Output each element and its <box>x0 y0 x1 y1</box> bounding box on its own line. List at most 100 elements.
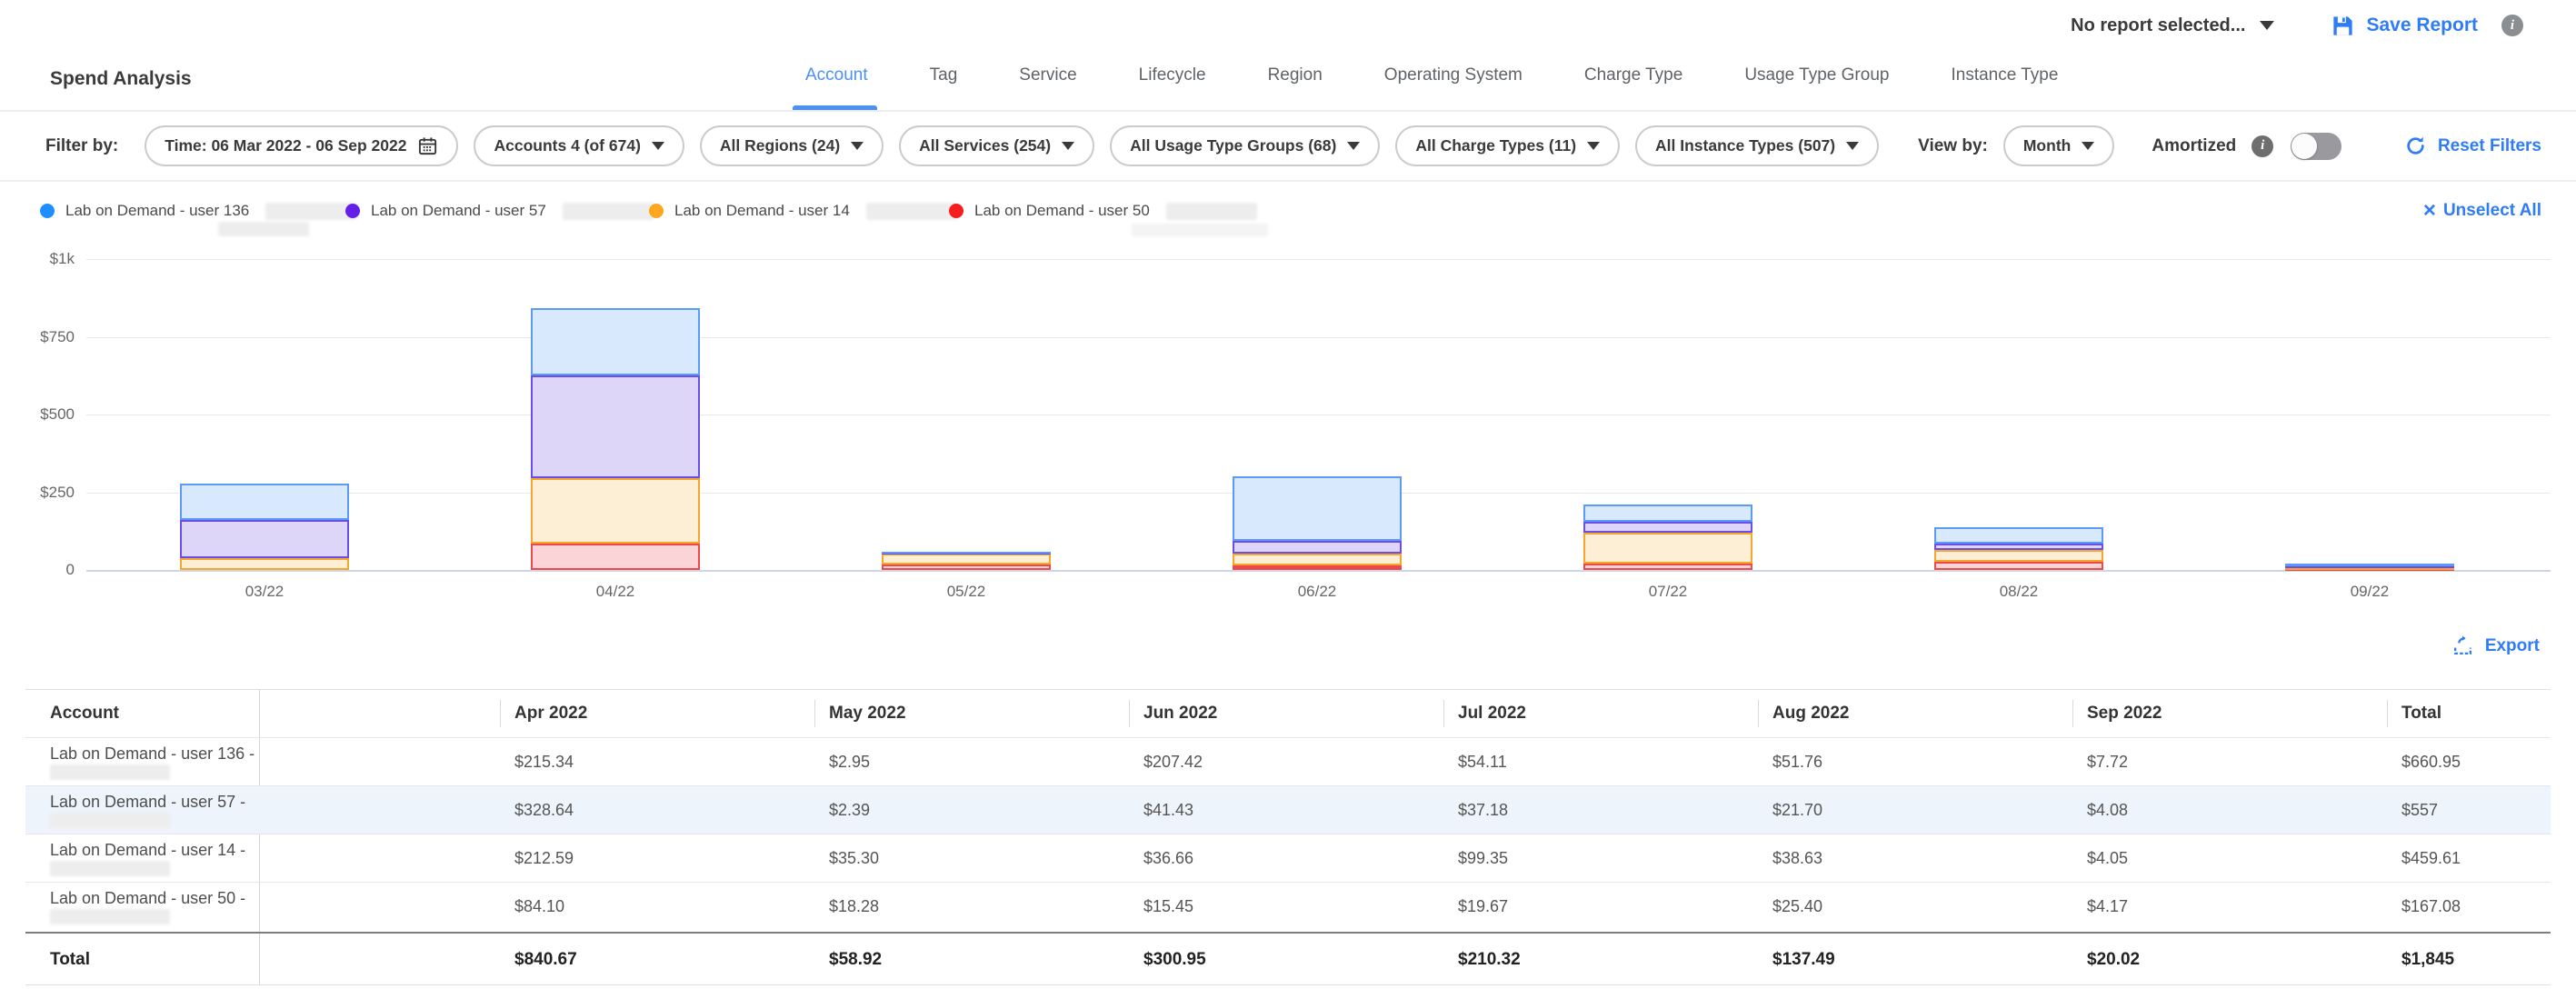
filter-pill-label: Accounts 4 (of 674) <box>494 136 640 155</box>
amortized-toggle[interactable] <box>2291 133 2341 160</box>
y-axis-tick-label: $1k <box>18 250 75 268</box>
gridline <box>86 337 2551 338</box>
legend-item-lab-on-demand-user-57[interactable]: Lab on Demand - user 57 <box>345 202 654 220</box>
export-button[interactable]: Export <box>2451 634 2540 657</box>
table-cell: $660.95 <box>2401 738 2461 786</box>
view-by-month-pill[interactable]: Month <box>2003 125 2114 166</box>
table-cell: $54.11 <box>1458 738 1507 786</box>
header-row: Spend Analysis AccountTagServiceLifecycl… <box>0 51 2576 112</box>
bar-segment-lab-on-demand-user-136-04-22 <box>531 308 700 375</box>
chevron-down-icon <box>652 142 664 150</box>
redacted-text <box>50 909 170 924</box>
bar-segment-lab-on-demand-user-57-08-22 <box>1934 544 2103 550</box>
redacted-text <box>50 764 170 780</box>
tab-charge-type[interactable]: Charge Type <box>1583 65 1684 110</box>
reset-filters-button[interactable]: Reset Filters <box>2404 112 2541 180</box>
redacted-text <box>866 203 957 220</box>
column-header-apr-2022: Apr 2022 <box>514 690 587 737</box>
export-icon <box>2451 634 2474 657</box>
table-cell: $51.76 <box>1772 738 1822 786</box>
legend-item-lab-on-demand-user-14[interactable]: Lab on Demand - user 14 <box>649 202 957 220</box>
export-label: Export <box>2485 636 2540 656</box>
report-selector-dropdown[interactable]: No report selected... <box>2071 15 2274 36</box>
redacted-text <box>265 203 356 220</box>
filter-pill-accounts-4[interactable]: Accounts 4 (of 674) <box>474 125 684 166</box>
legend-item-lab-on-demand-user-136[interactable]: Lab on Demand - user 136 <box>40 202 356 220</box>
x-axis-tick-label: 06/22 <box>1233 583 1402 601</box>
bar-segment-lab-on-demand-user-14-08-22 <box>1934 550 2103 562</box>
table-row-lab-on-demand-user-14: Lab on Demand - user 14 -$212.59$35.30$3… <box>25 834 2551 882</box>
time-filter-pill[interactable]: Time: 06 Mar 2022 - 06 Sep 2022 <box>145 125 458 166</box>
close-icon: × <box>2423 200 2436 222</box>
legend-dot <box>40 204 55 218</box>
tab-account[interactable]: Account <box>804 65 870 110</box>
bar-segment-lab-on-demand-user-57-07-22 <box>1583 522 1752 534</box>
account-name: Lab on Demand - user 14 - <box>50 841 245 859</box>
tab-label: Tag <box>930 65 958 85</box>
account-name: Lab on Demand - user 136 - <box>50 744 255 763</box>
table-cell: $18.28 <box>829 883 879 931</box>
header-divider <box>1443 700 1444 727</box>
view-by-value: Month <box>2023 136 2071 155</box>
tab-operating-system[interactable]: Operating System <box>1383 65 1524 110</box>
x-axis-tick-label: 03/22 <box>180 583 349 601</box>
filter-pill-label: All Usage Type Groups (68) <box>1130 136 1336 155</box>
filter-pill-label: All Services (254) <box>919 136 1051 155</box>
amortized-info-icon[interactable]: i <box>2252 135 2273 157</box>
table-row-lab-on-demand-user-50: Lab on Demand - user 50 -$84.10$18.28$15… <box>25 882 2551 930</box>
legend-dot <box>345 204 360 218</box>
chevron-down-icon <box>1587 142 1600 150</box>
tab-label: Operating System <box>1384 65 1523 85</box>
table-row-lab-on-demand-user-136: Lab on Demand - user 136 -$215.34$2.95$2… <box>25 737 2551 785</box>
filter-pill-all-usage-type-groups[interactable]: All Usage Type Groups (68) <box>1110 125 1380 166</box>
filter-pill-label: All Charge Types (11) <box>1415 136 1576 155</box>
filter-by-label: Filter by: <box>45 136 118 156</box>
bar-segment-lab-on-demand-user-136-05-22 <box>882 552 1051 554</box>
save-report-button[interactable]: Save Report <box>2331 14 2478 38</box>
tab-instance-type[interactable]: Instance Type <box>1949 65 2060 110</box>
gridline <box>86 493 2551 494</box>
refresh-icon <box>2404 135 2427 157</box>
filter-pill-all-charge-types[interactable]: All Charge Types (11) <box>1395 125 1620 166</box>
y-axis-tick-label: $250 <box>18 484 75 502</box>
account-name: Lab on Demand - user 57 - <box>50 793 245 811</box>
bar-segment-lab-on-demand-user-50-06-22 <box>1233 565 1402 570</box>
table-row-lab-on-demand-user-57: Lab on Demand - user 57 -$328.64$2.39$41… <box>25 785 2551 834</box>
time-filter-label: Time: 06 Mar 2022 - 06 Sep 2022 <box>165 136 406 155</box>
legend-label: Lab on Demand - user 136 <box>65 202 249 220</box>
filter-pill-all-services[interactable]: All Services (254) <box>899 125 1094 166</box>
tab-label: Service <box>1019 65 1076 85</box>
legend-item-lab-on-demand-user-50[interactable]: Lab on Demand - user 50 <box>949 202 1257 220</box>
y-axis-tick-label: 0 <box>18 561 75 579</box>
x-axis-tick-label: 04/22 <box>531 583 700 601</box>
save-report-label: Save Report <box>2366 15 2478 36</box>
table-total-row: Total$840.67$58.92$300.95$210.32$137.49$… <box>25 932 2551 985</box>
chevron-down-icon <box>851 142 864 150</box>
x-axis-tick-label: 09/22 <box>2285 583 2454 601</box>
topbar: No report selected... Save Report i <box>0 0 2576 51</box>
y-axis-tick-label: $500 <box>18 405 75 424</box>
tab-tag[interactable]: Tag <box>928 65 960 110</box>
tab-lifecycle[interactable]: Lifecycle <box>1137 65 1208 110</box>
bar-segment-lab-on-demand-user-50-07-22 <box>1583 564 1752 570</box>
table-cell: $2.39 <box>829 786 870 834</box>
column-header-jun-2022: Jun 2022 <box>1143 690 1217 737</box>
unselect-all-button[interactable]: × Unselect All <box>2423 200 2541 222</box>
total-cell: $840.67 <box>514 934 577 985</box>
tab-region[interactable]: Region <box>1266 65 1324 110</box>
calendar-icon <box>417 135 438 156</box>
unselect-all-label: Unselect All <box>2443 201 2541 221</box>
bar-segment-lab-on-demand-user-136-06-22 <box>1233 476 1402 541</box>
tab-label: Usage Type Group <box>1744 65 1889 85</box>
tab-usage-type-group[interactable]: Usage Type Group <box>1742 65 1891 110</box>
tab-service[interactable]: Service <box>1017 65 1078 110</box>
bar-segment-lab-on-demand-user-14-04-22 <box>531 478 700 544</box>
filter-pill-all-instance-types[interactable]: All Instance Types (507) <box>1635 125 1879 166</box>
info-icon[interactable]: i <box>2501 15 2523 36</box>
spend-table: AccountApr 2022May 2022Jun 2022Jul 2022A… <box>25 689 2551 985</box>
legend-dot <box>949 204 964 218</box>
filter-pill-all-regions[interactable]: All Regions (24) <box>700 125 884 166</box>
table-header-row: AccountApr 2022May 2022Jun 2022Jul 2022A… <box>25 690 2551 737</box>
table-cell: $207.42 <box>1143 738 1203 786</box>
table-cell: $459.61 <box>2401 834 2461 883</box>
